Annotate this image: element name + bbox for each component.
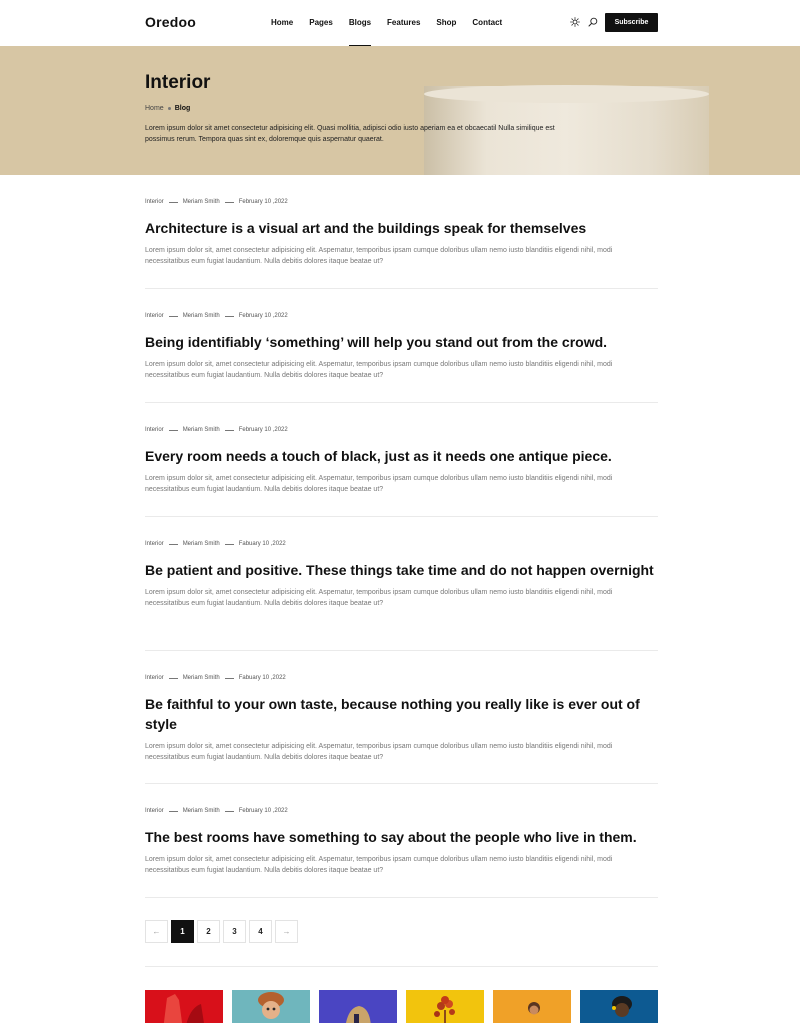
prev-page-button[interactable]: ← xyxy=(145,920,168,943)
blue-portrait-image xyxy=(612,996,632,1017)
subscribe-button[interactable]: Subscribe xyxy=(605,13,658,32)
section-divider xyxy=(145,966,658,967)
page-button-2[interactable]: 2 xyxy=(197,920,220,943)
post-date: February 10 ,2022 xyxy=(238,808,288,814)
page-button-3[interactable]: 3 xyxy=(223,920,246,943)
post-date: February 10 ,2022 xyxy=(238,313,288,319)
nav-item-contact[interactable]: Contact xyxy=(472,0,502,46)
post-meta: Interior Meriam Smith Fabuary 10 ,2022 xyxy=(145,674,658,682)
post-author[interactable]: Meriam Smith xyxy=(183,427,220,433)
nav-item-blogs[interactable]: Blogs xyxy=(348,0,372,46)
sun-icon[interactable] xyxy=(570,17,580,27)
nav-item-pages[interactable]: Pages xyxy=(309,0,333,46)
post-category[interactable]: Interior xyxy=(145,675,164,681)
search-icon[interactable] xyxy=(588,17,598,27)
pedestal-top xyxy=(424,85,709,103)
site-header: Oredoo Home Pages Blogs Features Shop Co… xyxy=(0,0,800,46)
post-meta: Interior Meriam Smith February 10 ,2022 xyxy=(145,198,658,206)
post-divider xyxy=(145,516,658,517)
site-logo[interactable]: Oredoo xyxy=(145,14,196,30)
post-excerpt: Lorem ipsum dolor sit, amet consectetur … xyxy=(145,361,613,379)
post-author[interactable]: Meriam Smith xyxy=(183,808,220,814)
post-author[interactable]: Meriam Smith xyxy=(183,541,220,547)
post-date: Fabuary 10 ,2022 xyxy=(238,675,286,681)
thumbnail-orange-portrait[interactable] xyxy=(493,990,571,1023)
purple-portrait-image xyxy=(346,1006,371,1023)
post-excerpt: Lorem ipsum dolor sit, amet consectetur … xyxy=(145,475,613,493)
next-page-button[interactable]: → xyxy=(275,920,298,943)
post-date: Fabuary 10 ,2022 xyxy=(238,541,286,547)
page-hero: Interior Home Blog Lorem ipsum dolor sit… xyxy=(0,46,800,175)
main-nav: Home Pages Blogs Features Shop Contact xyxy=(271,0,518,46)
nav-item-features[interactable]: Features xyxy=(387,0,420,46)
breadcrumb-home[interactable]: Home xyxy=(145,105,164,112)
post-title[interactable]: Architecture is a visual art and the bui… xyxy=(145,218,658,238)
post-divider xyxy=(145,897,658,898)
post-category[interactable]: Interior xyxy=(145,541,164,547)
thumbnail-red-portrait[interactable] xyxy=(145,990,223,1023)
red-portrait-image xyxy=(163,994,204,1023)
breadcrumb-current: Blog xyxy=(174,105,191,112)
thumbnail-child-portrait[interactable] xyxy=(232,990,310,1023)
post-excerpt: Lorem ipsum dolor sit, amet consectetur … xyxy=(145,247,613,265)
post-date: February 10 ,2022 xyxy=(238,427,288,433)
post-excerpt: Lorem ipsum dolor sit, amet consectetur … xyxy=(145,589,613,607)
post-category[interactable]: Interior xyxy=(145,808,164,814)
blog-post: Interior Meriam Smith February 10 ,2022 … xyxy=(145,426,658,495)
post-title[interactable]: Be patient and positive. These things ta… xyxy=(145,560,658,580)
post-meta: Interior Meriam Smith February 10 ,2022 xyxy=(145,807,658,815)
post-divider xyxy=(145,402,658,403)
post-divider xyxy=(145,288,658,289)
instagram-thumbnails xyxy=(145,990,667,1023)
post-category[interactable]: Interior xyxy=(145,313,164,319)
thumbnail-purple-portrait[interactable] xyxy=(319,990,397,1023)
post-divider xyxy=(145,783,658,784)
thumbnail-yellow-flower[interactable] xyxy=(406,990,484,1023)
post-title[interactable]: The best rooms have something to say abo… xyxy=(145,827,658,847)
orange-portrait-image xyxy=(528,1002,540,1015)
child-cap-portrait-image xyxy=(258,992,284,1019)
post-meta: Interior Meriam Smith February 10 ,2022 xyxy=(145,426,658,434)
post-meta: Interior Meriam Smith Fabuary 10 ,2022 xyxy=(145,540,658,548)
nav-item-home[interactable]: Home xyxy=(271,0,293,46)
blog-post: Interior Meriam Smith February 10 ,2022 … xyxy=(145,312,658,381)
post-category[interactable]: Interior xyxy=(145,199,164,205)
page-button-1[interactable]: 1 xyxy=(171,920,194,943)
post-author[interactable]: Meriam Smith xyxy=(183,675,220,681)
blog-post: Interior Meriam Smith February 10 ,2022 … xyxy=(145,807,658,876)
pagination: ← 1 2 3 4 → xyxy=(145,920,301,943)
blog-post: Interior Meriam Smith February 10 ,2022 … xyxy=(145,198,658,267)
breadcrumb: Home Blog xyxy=(145,105,190,112)
post-title[interactable]: Being identifiably ‘something’ will help… xyxy=(145,332,658,352)
post-category[interactable]: Interior xyxy=(145,427,164,433)
post-excerpt: Lorem ipsum dolor sit, amet consectetur … xyxy=(145,743,613,761)
post-divider xyxy=(145,650,658,651)
blog-post: Interior Meriam Smith Fabuary 10 ,2022 B… xyxy=(145,540,658,609)
nav-item-shop[interactable]: Shop xyxy=(436,0,456,46)
post-title[interactable]: Every room needs a touch of black, just … xyxy=(145,446,658,466)
post-title[interactable]: Be faithful to your own taste, because n… xyxy=(145,694,658,734)
blog-post: Interior Meriam Smith Fabuary 10 ,2022 B… xyxy=(145,674,658,763)
yellow-flower-image xyxy=(434,996,455,1023)
page-button-4[interactable]: 4 xyxy=(249,920,272,943)
breadcrumb-separator xyxy=(167,107,171,110)
page-title: Interior xyxy=(145,72,211,93)
thumbnail-blue-portrait[interactable] xyxy=(580,990,658,1023)
post-date: February 10 ,2022 xyxy=(238,199,288,205)
post-author[interactable]: Meriam Smith xyxy=(183,313,220,319)
post-excerpt: Lorem ipsum dolor sit, amet consectetur … xyxy=(145,856,613,874)
hero-description: Lorem ipsum dolor sit amet consectetur a… xyxy=(145,125,555,143)
post-author[interactable]: Meriam Smith xyxy=(183,199,220,205)
post-meta: Interior Meriam Smith February 10 ,2022 xyxy=(145,312,658,320)
